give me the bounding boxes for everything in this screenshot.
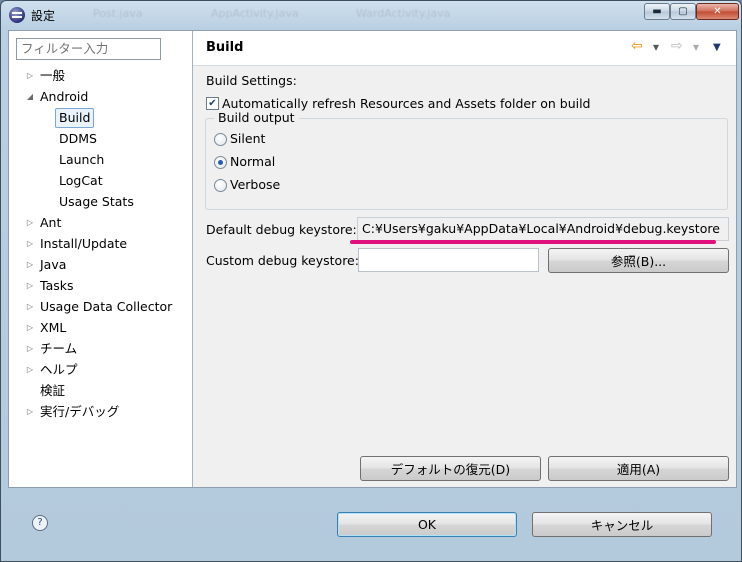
- highlight-underline: [350, 240, 716, 244]
- tree-item-label: XML: [40, 320, 67, 335]
- forward-arrow-icon[interactable]: ⇨: [671, 38, 683, 54]
- tree-item-tasks[interactable]: ▷ Tasks: [27, 276, 74, 296]
- tree-item-label: Usage Data Collector: [40, 299, 173, 314]
- preferences-window: 設定 Post.java AppActivity.java WardActivi…: [0, 0, 742, 562]
- expand-arrow-icon[interactable]: ▷: [25, 234, 35, 254]
- tree-item-label: Ant: [40, 215, 62, 230]
- background-tab: WardActivity.java: [356, 7, 451, 20]
- tree-item-label: 検証: [40, 383, 66, 398]
- filter-input[interactable]: [16, 38, 161, 60]
- tree-item-label: 実行/デバッグ: [40, 404, 120, 419]
- custom-keystore-input[interactable]: [358, 248, 539, 272]
- preference-page: Build ⇦ ▾ ⇨ ▾ ▼ Build Settings: ✔ Automa…: [193, 31, 736, 487]
- expand-arrow-icon[interactable]: ▷: [25, 255, 35, 275]
- close-button[interactable]: ✕: [696, 3, 739, 20]
- page-title: Build: [206, 40, 244, 55]
- default-keystore-label: Default debug keystore:: [206, 222, 357, 237]
- radio-silent-label[interactable]: Silent: [230, 131, 265, 146]
- radio-normal[interactable]: [214, 156, 227, 169]
- tree-item-help[interactable]: ▷ ヘルプ: [27, 360, 78, 380]
- dialog-button-bar: ? OK キャンセル: [8, 487, 735, 557]
- window-title: 設定: [31, 9, 56, 23]
- tree-item-label: Launch: [59, 152, 105, 167]
- tree-item-install-update[interactable]: ▷ Install/Update: [27, 234, 128, 254]
- back-dropdown-icon[interactable]: ▾: [653, 40, 659, 54]
- expand-arrow-icon[interactable]: ▷: [25, 360, 35, 380]
- apply-button[interactable]: 適用(A): [548, 456, 729, 481]
- page-header: Build ⇦ ▾ ⇨ ▾ ▼: [193, 31, 736, 66]
- browse-button[interactable]: 参照(B)...: [548, 248, 729, 273]
- default-keystore-field[interactable]: C:¥Users¥gaku¥AppData¥Local¥Android¥debu…: [357, 217, 729, 241]
- tree-item-usage-stats[interactable]: Usage Stats: [59, 192, 134, 212]
- expand-arrow-icon[interactable]: ▷: [25, 339, 35, 359]
- preferences-tree-pane: ▷ 一般 ◢ Android Build DDMS Launch LogCat …: [9, 31, 193, 487]
- expand-arrow-icon[interactable]: ▷: [25, 276, 35, 296]
- tree-item-build[interactable]: Build: [55, 108, 95, 128]
- radio-verbose[interactable]: [214, 179, 227, 192]
- expand-arrow-icon[interactable]: ▷: [25, 66, 35, 86]
- expand-arrow-icon[interactable]: ▷: [25, 213, 35, 233]
- radio-verbose-label[interactable]: Verbose: [230, 177, 280, 192]
- minimize-button[interactable]: ▬: [644, 3, 670, 20]
- eclipse-icon: [9, 7, 25, 23]
- expand-arrow-icon[interactable]: ▷: [25, 402, 35, 422]
- radio-silent[interactable]: [214, 133, 227, 146]
- tree-item-android[interactable]: ◢ Android: [27, 87, 89, 107]
- help-icon[interactable]: ?: [32, 515, 48, 531]
- tree-item-xml[interactable]: ▷ XML: [27, 318, 67, 338]
- restore-defaults-button[interactable]: デフォルトの復元(D): [360, 456, 541, 481]
- tree-item-team[interactable]: ▷ チーム: [27, 339, 78, 359]
- build-output-title: Build output: [214, 110, 299, 125]
- title-bar[interactable]: 設定 Post.java AppActivity.java WardActivi…: [1, 1, 741, 29]
- tree-item-label: チーム: [40, 341, 78, 356]
- tree-item-ddms[interactable]: DDMS: [59, 129, 97, 149]
- forward-dropdown-icon[interactable]: ▾: [693, 40, 699, 54]
- tree-item-logcat[interactable]: LogCat: [59, 171, 103, 191]
- tree-item-label: 一般: [40, 68, 66, 83]
- tree-item-launch[interactable]: Launch: [59, 150, 104, 170]
- tree-item-run-debug[interactable]: ▷ 実行/デバッグ: [27, 402, 120, 422]
- tree-item-label: ヘルプ: [40, 362, 78, 377]
- tree-item-ant[interactable]: ▷ Ant: [27, 213, 62, 233]
- tree-item-general[interactable]: ▷ 一般: [27, 66, 66, 86]
- tree-item-validation[interactable]: 検証: [40, 381, 65, 401]
- expand-arrow-icon[interactable]: ▷: [25, 297, 35, 317]
- collapse-arrow-icon[interactable]: ◢: [25, 87, 35, 107]
- tree-item-label: Java: [40, 257, 67, 272]
- build-output-group: Build output Silent Normal Verbose: [205, 110, 728, 210]
- tree-item-label: Install/Update: [40, 236, 128, 251]
- tree-item-label: Android: [40, 89, 89, 104]
- ok-button[interactable]: OK: [337, 512, 517, 537]
- tree-item-label: Tasks: [40, 278, 74, 293]
- radio-normal-label[interactable]: Normal: [230, 154, 275, 169]
- auto-refresh-label[interactable]: Automatically refresh Resources and Asse…: [222, 96, 591, 111]
- maximize-button[interactable]: ▢: [670, 3, 696, 20]
- tree-item-label: Build: [55, 108, 95, 128]
- cancel-button[interactable]: キャンセル: [532, 512, 712, 537]
- background-tab: Post.java: [93, 7, 143, 20]
- tree-item-label: LogCat: [59, 173, 103, 188]
- page-body: Build Settings: ✔ Automatically refresh …: [193, 66, 736, 487]
- back-arrow-icon[interactable]: ⇦: [631, 38, 643, 54]
- background-tab: AppActivity.java: [211, 7, 299, 20]
- build-settings-label: Build Settings:: [206, 73, 297, 88]
- tree-item-java[interactable]: ▷ Java: [27, 255, 67, 275]
- view-menu-icon[interactable]: ▼: [713, 42, 721, 53]
- tree-item-label: Usage Stats: [59, 194, 134, 209]
- tree-item-usage-data-collector[interactable]: ▷ Usage Data Collector: [27, 297, 173, 317]
- dialog-client: ▷ 一般 ◢ Android Build DDMS Launch LogCat …: [8, 30, 737, 488]
- auto-refresh-checkbox[interactable]: ✔: [206, 97, 219, 110]
- expand-arrow-icon[interactable]: ▷: [25, 318, 35, 338]
- custom-keystore-label: Custom debug keystore:: [206, 253, 359, 268]
- tree-item-label: DDMS: [59, 131, 97, 146]
